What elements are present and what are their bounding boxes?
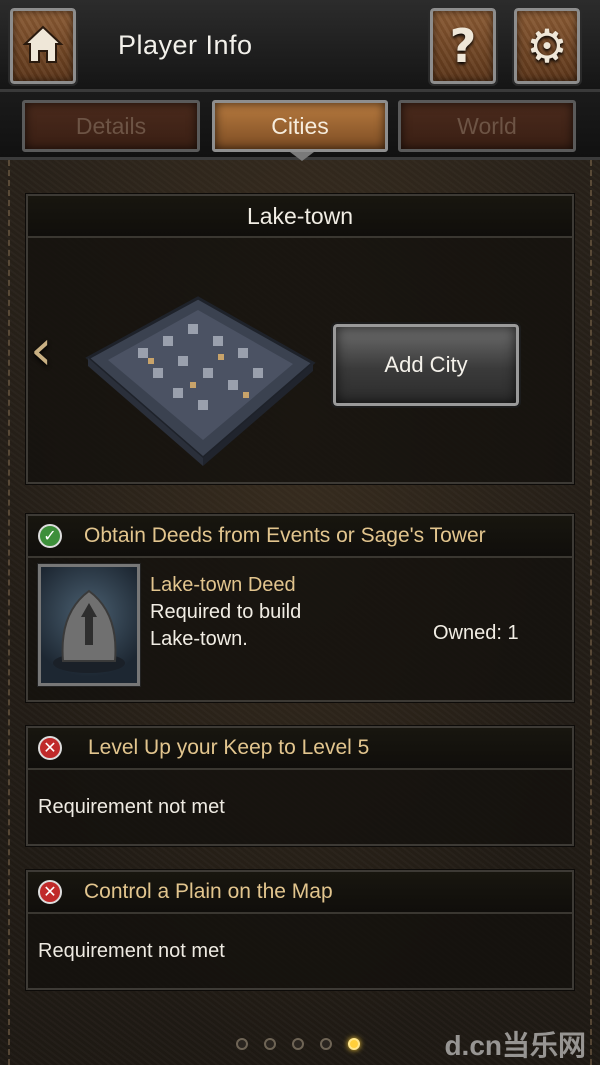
x-icon: ✕ [38, 880, 62, 904]
gear-icon: ⚙ [526, 19, 568, 73]
tab-bar: Details Cities World [0, 92, 600, 160]
page-dot[interactable] [264, 1038, 276, 1050]
requirement-status: Requirement not met [38, 940, 225, 962]
deed-desc-line1: Required to build [150, 601, 302, 623]
help-icon: ? [449, 19, 477, 73]
deed-item-image[interactable] [37, 563, 141, 687]
requirement-title: Obtain Deeds from Events or Sage's Tower [84, 524, 486, 547]
requirement-keep-level: ✕ Level Up your Keep to Level 5 Requirem… [26, 726, 574, 846]
city-name: Lake-town [28, 196, 572, 238]
settings-button[interactable]: ⚙ [512, 6, 582, 86]
top-bar: Player Info ? ⚙ [0, 0, 600, 92]
page-dot[interactable] [236, 1038, 248, 1050]
watermark: d.cn当乐网 [444, 1030, 586, 1061]
tab-cities[interactable]: Cities [212, 100, 388, 152]
active-tab-indicator [290, 152, 314, 161]
page-title: Player Info [118, 30, 253, 60]
x-icon: ✕ [38, 736, 62, 760]
deed-name: Lake-town Deed [150, 574, 296, 596]
page-dot[interactable] [292, 1038, 304, 1050]
page-indicator [236, 1038, 360, 1050]
help-button[interactable]: ? [428, 6, 498, 86]
city-image [78, 288, 318, 468]
tab-world[interactable]: World [398, 100, 576, 152]
requirement-control-plain: ✕ Control a Plain on the Map Requirement… [26, 870, 574, 990]
requirement-status: Requirement not met [38, 796, 225, 818]
home-icon [21, 22, 65, 71]
deed-desc-line2: Lake-town. [150, 628, 248, 650]
owned-count: Owned: 1 [433, 622, 519, 644]
page-dot[interactable] [320, 1038, 332, 1050]
requirement-title: Control a Plain on the Map [84, 880, 333, 903]
requirement-header: ✕ Level Up your Keep to Level 5 [28, 728, 572, 770]
page-dot-active[interactable] [348, 1038, 360, 1050]
chevron-left-icon[interactable]: ‹ [30, 318, 52, 383]
requirement-title: Level Up your Keep to Level 5 [88, 736, 370, 759]
deed-stone-icon [53, 589, 125, 673]
tab-details[interactable]: Details [22, 100, 200, 152]
requirement-header: ✓ Obtain Deeds from Events or Sage's Tow… [28, 516, 572, 558]
home-button[interactable] [8, 6, 78, 86]
add-city-button[interactable]: Add City [331, 322, 521, 408]
deed-info: Lake-town Deed Required to build Lake-to… [150, 572, 301, 653]
stitch-left [8, 160, 10, 1065]
stitch-right [590, 160, 592, 1065]
check-icon: ✓ [38, 524, 62, 548]
requirement-header: ✕ Control a Plain on the Map [28, 872, 572, 914]
